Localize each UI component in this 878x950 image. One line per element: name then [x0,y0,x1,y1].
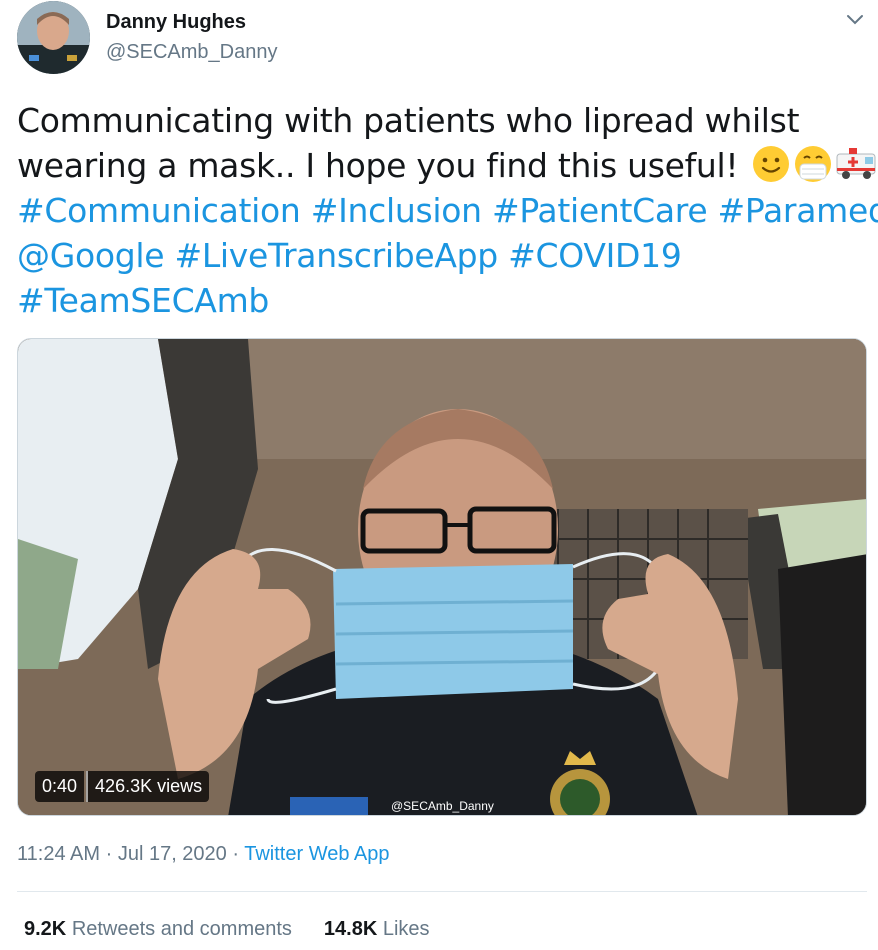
hashtag-covid19[interactable]: #COVID19 [508,236,682,275]
video-player[interactable]: 0:40 426.3K views @SECAmb_Danny [17,338,867,816]
retweets-count: 9.2K [24,918,67,940]
likes-count: 14.8K [323,918,378,940]
hashtag-line-2: @Google #LiveTranscribeApp #COVID19 [17,233,867,278]
hashtag-line-1: #Communication #Inclusion #PatientCare #… [17,188,878,233]
retweets-label: Retweets and comments [71,918,292,940]
chevron-down-icon[interactable] [845,13,865,27]
tweet-time[interactable]: 11:24 AM [17,843,100,865]
tweet-date[interactable]: Jul 17, 2020 [118,843,227,865]
retweets-stat[interactable]: 9.2K Retweets and comments [24,918,292,941]
tweet-source-link[interactable]: Twitter Web App [244,843,389,865]
video-frame [18,339,866,815]
video-duration: 0:40 [35,771,85,802]
author-name[interactable]: Danny Hughes [106,11,246,34]
hashtag-paramedic[interactable]: #Paramedic [718,191,878,230]
hashtag-livetranscribeapp[interactable]: #LiveTranscribeApp [174,236,498,275]
mention-google[interactable]: @Google [17,236,165,275]
tweet-text: Communicating with patients who lipread … [17,98,878,323]
meta-separator: · [105,843,113,865]
tweet-line-2-text: wearing a mask.. I hope you find this us… [17,146,739,185]
hashtag-patientcare[interactable]: #PatientCare [492,191,708,230]
tweet-line-1: Communicating with patients who lipread … [17,101,800,140]
author-handle[interactable]: @SECAmb_Danny [106,41,277,64]
hashtag-communication[interactable]: #Communication [17,191,301,230]
tweet-meta: 11:24 AM · Jul 17, 2020 · Twitter Web Ap… [17,843,390,866]
likes-stat[interactable]: 14.8K Likes [324,918,430,941]
meta-separator: · [232,843,240,865]
tweet-stats: 9.2K Retweets and comments 14.8K Likes [24,918,430,941]
hashtag-teamsecamb[interactable]: #TeamSECAmb [17,281,269,320]
ambulance-icon [836,148,876,179]
tweet-line-2: wearing a mask.. I hope you find this us… [17,143,876,188]
divider [17,891,867,892]
video-watermark: @SECAmb_Danny [391,799,494,813]
tweet-header: Danny Hughes @SECAmb_Danny [17,1,867,77]
hashtag-line-3: #TeamSECAmb [17,278,867,323]
likes-label: Likes [382,918,430,940]
video-views: 426.3K views [86,771,210,802]
face-with-medical-mask-icon [794,146,831,182]
video-stats-badge: 0:40 426.3K views [35,771,210,802]
hashtag-inclusion[interactable]: #Inclusion [311,191,482,230]
slightly-smiling-face-icon [752,146,789,182]
avatar[interactable] [17,1,90,74]
